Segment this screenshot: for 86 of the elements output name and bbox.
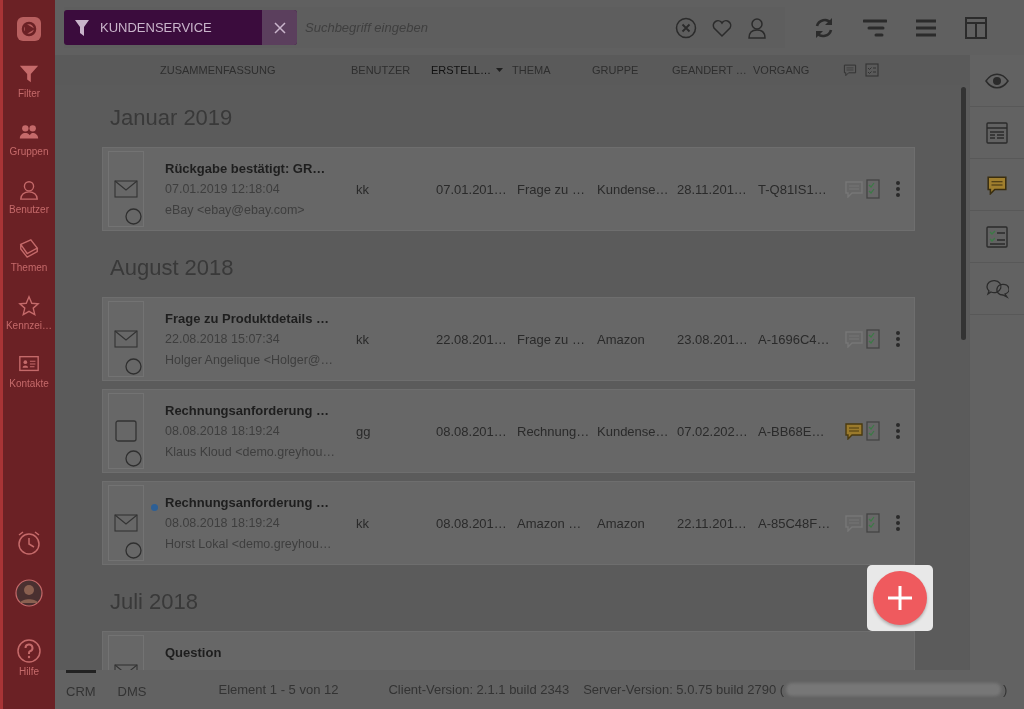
clear-icon[interactable] xyxy=(675,16,697,39)
checklist-icon xyxy=(866,179,880,199)
item-title: Rückgabe bestätigt: GR… xyxy=(165,161,327,176)
table-cell-text: Rechnung… xyxy=(517,423,591,439)
add-button[interactable] xyxy=(873,571,927,625)
checklist-icon xyxy=(866,513,880,533)
envelope-icon xyxy=(114,180,138,198)
scrollbar-thumb[interactable] xyxy=(961,87,967,340)
table-cell-text: A-1696C4… xyxy=(758,331,831,347)
select-circle-icon[interactable] xyxy=(125,542,142,559)
layout-icon[interactable] xyxy=(965,16,987,39)
sidebar-item[interactable]: Kontakte xyxy=(3,342,55,400)
filter-label: KUNDENSERVICE xyxy=(100,20,212,35)
more-icon[interactable] xyxy=(895,180,901,198)
square-icon xyxy=(115,420,137,442)
table-cell-text: kk xyxy=(356,181,370,197)
sort-lines-icon[interactable] xyxy=(863,17,887,38)
select-circle-icon[interactable] xyxy=(125,208,142,225)
table-cell-text: 22.11.201… xyxy=(677,515,748,531)
table-cell-text: 07.02.202… xyxy=(677,423,749,439)
table-cell-text: Kundense… xyxy=(597,423,670,439)
help-icon xyxy=(17,639,41,663)
table-cell-text: 08.08.201… xyxy=(436,423,508,439)
select-circle-icon[interactable] xyxy=(125,358,142,375)
table-cell-text: kk xyxy=(356,515,370,531)
sidebar-item[interactable]: Themen xyxy=(3,226,55,284)
table-cell-text: A-85C48F… xyxy=(758,515,832,531)
envelope-icon xyxy=(114,330,138,348)
menu-icon[interactable] xyxy=(915,18,937,37)
table-cell-text: Frage zu … xyxy=(517,181,586,197)
sidebar-item[interactable]: Benutzer xyxy=(3,168,55,226)
table-cell-text: gg xyxy=(356,423,372,439)
plus-icon xyxy=(887,585,913,611)
filter-icon xyxy=(18,63,40,85)
more-icon[interactable] xyxy=(895,514,901,532)
newspaper-icon[interactable] xyxy=(986,121,1009,144)
table-cell-text: kk xyxy=(356,331,370,347)
table-cell-text: Amazon xyxy=(597,515,646,531)
chat-bubbles-icon[interactable] xyxy=(985,277,1010,300)
alarm-clock-icon[interactable] xyxy=(15,529,43,557)
sidebar-item[interactable]: Kennzei… xyxy=(3,284,55,342)
list-card[interactable]: Question xyxy=(102,631,915,670)
envelope-icon xyxy=(114,514,138,532)
comment-icon[interactable] xyxy=(843,63,857,77)
refresh-icon[interactable] xyxy=(813,16,835,39)
star-icon xyxy=(18,295,40,317)
more-icon[interactable] xyxy=(895,330,901,348)
column-header[interactable]: ERSTELL… xyxy=(431,64,516,76)
table-cell-text: T-Q81IS1… xyxy=(758,181,828,197)
table-cell-text: 07.01.201… xyxy=(436,181,508,197)
item-title: Rechnungsanforderung … xyxy=(165,403,330,418)
item-title: Frage zu Produktdetails … xyxy=(165,311,330,326)
table-cell-text: Frage zu … xyxy=(517,331,586,347)
filter-icon xyxy=(74,18,90,37)
checklist-icon xyxy=(866,329,880,349)
book-icon xyxy=(18,237,40,259)
checklist-icon xyxy=(866,421,880,441)
help-button[interactable]: Hilfe xyxy=(3,629,55,687)
table-cell-text: Amazon … xyxy=(517,515,583,531)
checklist-icon[interactable] xyxy=(986,225,1009,248)
eye-icon[interactable] xyxy=(985,72,1010,89)
table-cell-text: Amazon xyxy=(597,331,646,347)
logo-icon[interactable] xyxy=(16,16,42,42)
table-cell-text: 28.11.201… xyxy=(677,181,748,197)
closing-parenthesis: ) xyxy=(1003,682,1008,697)
sidebar-item[interactable]: Filter xyxy=(3,52,55,110)
table-cell-text: 22.08.201… xyxy=(436,331,508,347)
comment-icon[interactable] xyxy=(986,174,1009,195)
table-cell-text: Kundense… xyxy=(597,181,670,197)
heart-icon[interactable] xyxy=(711,17,733,38)
avatar-icon[interactable] xyxy=(15,579,43,607)
item-title: Rechnungsanforderung … xyxy=(165,495,330,510)
user-icon xyxy=(18,179,40,201)
filter-chip[interactable]: KUNDENSERVICE xyxy=(64,10,297,45)
table-cell-text: A-BB68E… xyxy=(758,423,826,439)
table-cell-text: 23.08.201… xyxy=(677,331,749,347)
more-icon[interactable] xyxy=(895,422,901,440)
item-title: Question xyxy=(165,645,223,660)
select-circle-icon[interactable] xyxy=(125,450,142,467)
table-cell-text: 08.08.201… xyxy=(436,515,508,531)
close-icon xyxy=(273,21,286,34)
user-icon[interactable] xyxy=(747,16,767,39)
checklist-icon[interactable] xyxy=(865,63,879,77)
sidebar-item[interactable]: Gruppen xyxy=(3,110,55,168)
remove-filter-button[interactable] xyxy=(262,10,297,45)
sort-caret-icon xyxy=(495,68,503,72)
